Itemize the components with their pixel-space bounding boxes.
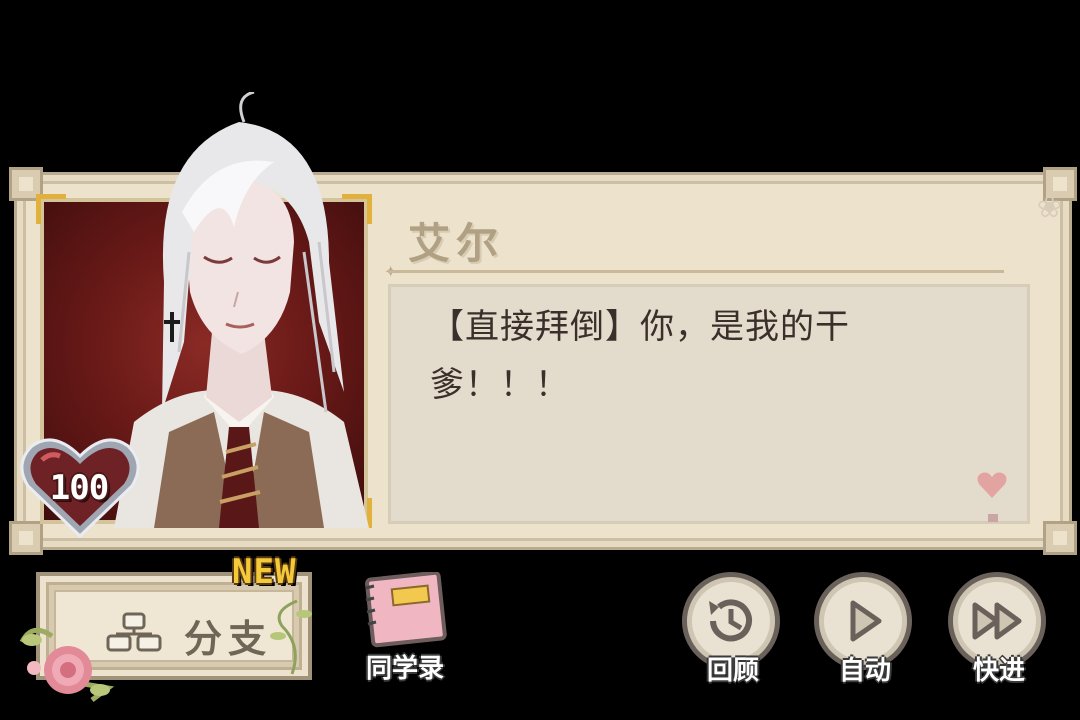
history-icon: [709, 599, 752, 642]
rose-icon: [19, 627, 115, 702]
affection-heart: 100: [20, 434, 150, 542]
review-button[interactable]: 回顾: [680, 570, 786, 686]
continue-dot: [988, 514, 998, 522]
name-divider: [388, 270, 1004, 273]
review-label: 回顾: [706, 656, 759, 686]
portrait-gold-corner: [36, 194, 66, 224]
skip-label: 快进: [972, 656, 1025, 686]
vine-decoration: [270, 599, 312, 675]
dialog-text: 【直接拜倒】你，是我的干 爹！！！: [430, 298, 950, 414]
classmates-button[interactable]: 同学录: [346, 572, 464, 686]
frame-corner: [1043, 521, 1077, 555]
play-icon: [850, 600, 882, 642]
branch-label: 分支: [184, 617, 273, 661]
flourish-icon: ❀: [1036, 190, 1062, 225]
fast-forward-icon: [972, 602, 1022, 640]
dialog-line-1: 【直接拜倒】你，是我的干: [430, 307, 850, 347]
speaker-name: 艾尔: [408, 219, 505, 268]
dialog-line-2: 爹！！！: [430, 365, 570, 405]
continue-heart-icon: [977, 472, 1007, 498]
affection-value: 100: [49, 468, 109, 508]
classmates-label: 同学录: [365, 654, 444, 684]
auto-label: 自动: [838, 656, 891, 686]
skip-button[interactable]: 快进: [946, 570, 1052, 686]
auto-button[interactable]: 自动: [812, 570, 918, 686]
notebook-icon: [365, 572, 447, 648]
new-badge: NEW: [232, 552, 297, 592]
